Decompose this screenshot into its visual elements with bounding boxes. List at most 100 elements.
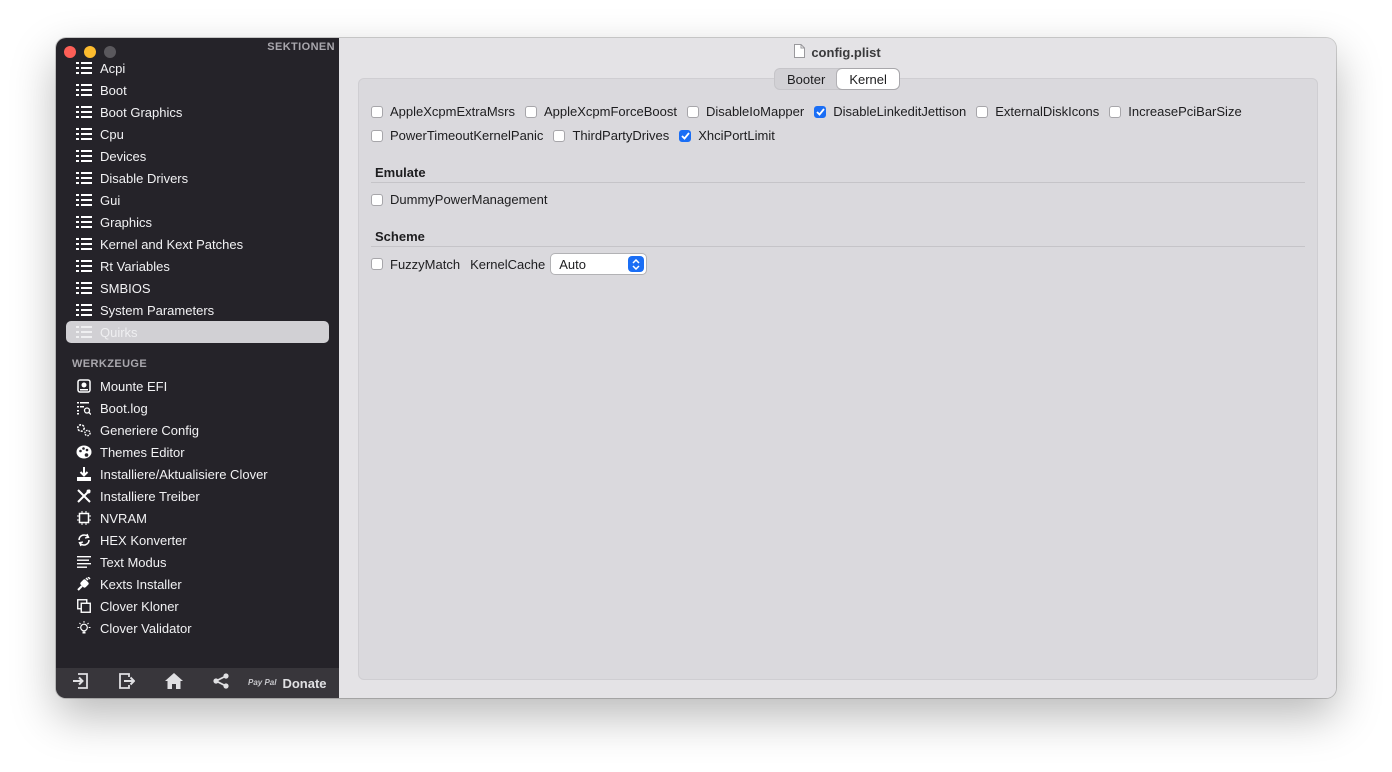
tool-clover-cloner[interactable]: Clover Kloner	[66, 595, 329, 617]
emulate-group-title: Emulate	[375, 165, 426, 180]
donate-button[interactable]: Pay Pal Donate	[248, 676, 327, 691]
scheme-options-row: FuzzyMatch KernelCache Auto	[371, 254, 647, 274]
list-icon	[76, 258, 92, 274]
sidebar-item-system-parameters[interactable]: System Parameters	[66, 299, 329, 321]
list-icon	[76, 324, 92, 340]
scheme-separator	[371, 246, 1305, 247]
import-icon	[72, 672, 88, 694]
sidebar-item-cpu[interactable]: Cpu	[66, 123, 329, 145]
checkbox-disableiomapper[interactable]: DisableIoMapper	[686, 104, 804, 119]
sidebar-item-boot-graphics[interactable]: Boot Graphics	[66, 101, 329, 123]
tool-boot-log[interactable]: Boot.log	[66, 397, 329, 419]
list-icon	[76, 192, 92, 208]
checkbox-box[interactable]	[371, 105, 383, 118]
tool-label: NVRAM	[100, 510, 147, 526]
list-icon	[76, 280, 92, 296]
plug-icon	[76, 576, 92, 592]
checkbox-box[interactable]	[371, 258, 383, 270]
sidebar-bottom-toolbar: Pay Pal Donate	[56, 668, 339, 698]
checkbox-fuzzymatch[interactable]: FuzzyMatch	[371, 257, 460, 272]
checkbox-box[interactable]	[371, 129, 383, 142]
tool-kexts-installer[interactable]: Kexts Installer	[66, 573, 329, 595]
sidebar-item-label: System Parameters	[100, 302, 215, 318]
sidebar-item-kernel-kext-patches[interactable]: Kernel and Kext Patches	[66, 233, 329, 255]
sidebar-item-disable-drivers[interactable]: Disable Drivers	[66, 167, 329, 189]
tool-label: Text Modus	[100, 554, 167, 570]
checkmark-icon	[681, 131, 690, 140]
tool-label: Installiere/Aktualisiere Clover	[100, 466, 268, 482]
checkbox-box[interactable]	[1109, 105, 1122, 118]
donate-label: Donate	[282, 675, 327, 691]
sidebar-item-label: Rt Variables	[100, 258, 170, 274]
checkbox-xhciportlimit[interactable]: XhciPortLimit	[679, 128, 775, 143]
kernelcache-select[interactable]: Auto	[551, 254, 647, 274]
checkbox-label: PowerTimeoutKernelPanic	[390, 128, 544, 143]
app-window: SEKTIONEN Acpi Boot Boot Graphics Cpu De…	[56, 38, 1336, 698]
tab-booter[interactable]: Booter	[775, 69, 837, 89]
list-icon	[76, 104, 92, 120]
tool-text-mode[interactable]: Text Modus	[66, 551, 329, 573]
checkmark-icon	[816, 107, 825, 116]
tab-kernel[interactable]: Kernel	[837, 69, 899, 89]
sidebar-item-label: Acpi	[100, 60, 126, 76]
checkbox-box[interactable]	[371, 193, 383, 206]
tool-themes-editor[interactable]: Themes Editor	[66, 441, 329, 463]
document-icon	[794, 43, 806, 61]
checkbox-disablelinkeditjettison[interactable]: DisableLinkeditJettison	[814, 104, 966, 119]
sidebar-item-label: Gui	[100, 192, 121, 208]
tool-clover-validator[interactable]: Clover Validator	[66, 617, 329, 639]
tool-label: Themes Editor	[100, 444, 185, 460]
sidebar-item-quirks[interactable]: Quirks	[66, 321, 329, 343]
export-button[interactable]	[103, 668, 150, 698]
import-button[interactable]	[56, 668, 103, 698]
checkbox-box[interactable]	[814, 105, 827, 118]
sidebar-item-rt-variables[interactable]: Rt Variables	[66, 255, 329, 277]
checkbox-box[interactable]	[553, 129, 566, 142]
sidebar-item-devices[interactable]: Devices	[66, 145, 329, 167]
sidebar-item-label: Cpu	[100, 126, 124, 142]
checkbox-applexcpmextramsrs[interactable]: AppleXcpmExtraMsrs	[371, 104, 515, 119]
checkbox-externaldiskicons[interactable]: ExternalDiskIcons	[976, 104, 1099, 119]
checkbox-powertimeoutkernelpanic[interactable]: PowerTimeoutKernelPanic	[371, 128, 543, 143]
home-icon	[164, 672, 183, 694]
checkbox-label: ExternalDiskIcons	[995, 104, 1100, 119]
lightbulb-icon	[76, 620, 92, 636]
tool-nvram[interactable]: NVRAM	[66, 507, 329, 529]
list-icon	[76, 236, 92, 252]
tool-mount-efi[interactable]: Mounte EFI	[66, 375, 329, 397]
tool-install-update-clover[interactable]: Installiere/Aktualisiere Clover	[66, 463, 329, 485]
sidebar-item-label: Boot	[100, 82, 127, 98]
checkbox-label: AppleXcpmForceBoost	[543, 104, 677, 119]
tool-hex-converter[interactable]: HEX Konverter	[66, 529, 329, 551]
checkbox-box[interactable]	[976, 105, 989, 118]
checkbox-label: FuzzyMatch	[390, 256, 461, 272]
checkbox-box[interactable]	[686, 105, 699, 118]
checkbox-box[interactable]	[524, 105, 537, 118]
kernel-options-row-2: PowerTimeoutKernelPanic ThirdPartyDrives…	[371, 128, 785, 143]
tool-label: HEX Konverter	[100, 532, 187, 548]
sections-header: SEKTIONEN	[267, 41, 335, 53]
checkbox-increasepcibarsize[interactable]: IncreasePciBarSize	[1109, 104, 1242, 119]
sidebar-item-smbios[interactable]: SMBIOS	[66, 277, 329, 299]
sidebar-item-boot[interactable]: Boot	[66, 79, 329, 101]
list-icon	[76, 214, 92, 230]
palette-icon	[76, 444, 92, 460]
home-button[interactable]	[150, 668, 197, 698]
emulate-options-row: DummyPowerManagement	[371, 192, 558, 207]
checkbox-box[interactable]	[679, 129, 692, 142]
kernelcache-value: Auto	[559, 256, 586, 272]
sidebar-item-gui[interactable]: Gui	[66, 189, 329, 211]
tool-generate-config[interactable]: Generiere Config	[66, 419, 329, 441]
convert-icon	[76, 532, 92, 548]
gears-icon	[76, 422, 92, 438]
sidebar-item-acpi[interactable]: Acpi	[66, 57, 329, 79]
download-icon	[76, 466, 92, 482]
sidebar-item-graphics[interactable]: Graphics	[66, 211, 329, 233]
checkbox-dummypowermanagement[interactable]: DummyPowerManagement	[371, 192, 548, 207]
checkbox-applexcpmforceboost[interactable]: AppleXcpmForceBoost	[524, 104, 677, 119]
sidebar-item-label: SMBIOS	[100, 280, 151, 296]
share-button[interactable]	[197, 668, 244, 698]
checkbox-thirdpartydrives[interactable]: ThirdPartyDrives	[553, 128, 669, 143]
tool-install-drivers[interactable]: Installiere Treiber	[66, 485, 329, 507]
checkbox-label: AppleXcpmExtraMsrs	[390, 104, 515, 119]
